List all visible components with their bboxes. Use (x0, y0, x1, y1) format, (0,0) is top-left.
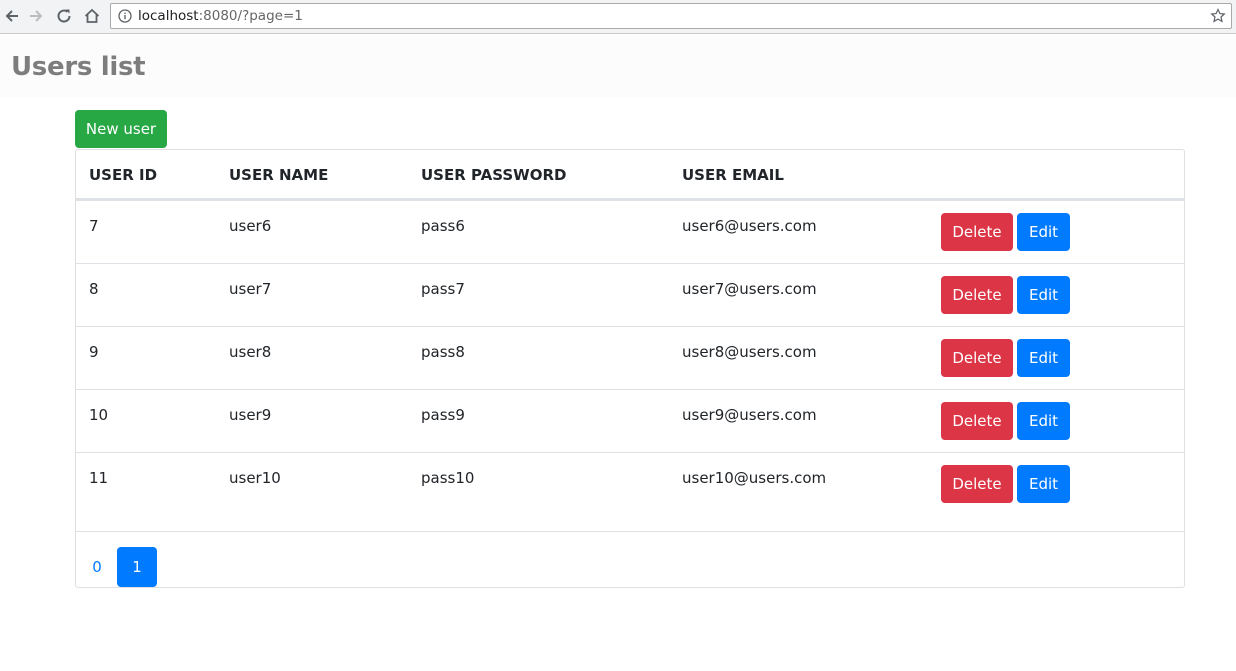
table-row: 8 user7 pass7 user7@users.com Delete Edi… (76, 263, 1184, 326)
cell-user-id: 9 (89, 343, 99, 361)
url-text: localhost:8080/?page=1 (138, 8, 303, 24)
address-bar[interactable]: localhost:8080/?page=1 (110, 3, 1232, 29)
bookmark-star-icon[interactable] (1210, 8, 1226, 24)
reload-button[interactable] (52, 4, 76, 28)
home-button[interactable] (80, 4, 104, 28)
forward-arrow-icon (30, 10, 43, 22)
cell-user-email: user7@users.com (682, 280, 817, 298)
new-user-button[interactable]: New user (75, 110, 167, 148)
table-row: 11 user10 pass10 user10@users.com Delete… (76, 452, 1184, 532)
delete-button[interactable]: Delete (941, 402, 1013, 440)
page-header: Users list (0, 35, 1236, 97)
url-host: localhost (138, 8, 199, 24)
edit-button[interactable]: Edit (1017, 402, 1070, 440)
cell-user-password: pass6 (421, 217, 465, 235)
cell-user-name: user8 (229, 343, 272, 361)
edit-button[interactable]: Edit (1017, 276, 1070, 314)
delete-button[interactable]: Delete (941, 276, 1013, 314)
cell-user-password: pass7 (421, 280, 465, 298)
delete-button[interactable]: Delete (941, 465, 1013, 503)
column-header-user-password: USER PASSWORD (421, 166, 567, 184)
edit-button[interactable]: Edit (1017, 213, 1070, 251)
column-header-user-email: USER EMAIL (682, 166, 784, 184)
edit-button[interactable]: Edit (1017, 465, 1070, 503)
column-header-user-id: USER ID (89, 166, 158, 184)
table-row: 9 user8 pass8 user8@users.com Delete Edi… (76, 326, 1184, 389)
cell-user-email: user10@users.com (682, 469, 827, 487)
table-row: 7 user6 pass6 user6@users.com Delete Edi… (76, 200, 1184, 263)
column-header-user-name: USER NAME (229, 166, 329, 184)
table-row: 10 user9 pass9 user9@users.com Delete Ed… (76, 389, 1184, 452)
cell-user-name: user6 (229, 217, 272, 235)
cell-user-id: 10 (89, 406, 109, 424)
cell-user-password: pass10 (421, 469, 475, 487)
info-icon[interactable] (118, 9, 132, 23)
cell-user-email: user9@users.com (682, 406, 817, 424)
forward-button[interactable] (24, 4, 48, 28)
edit-button[interactable]: Edit (1017, 339, 1070, 377)
cell-user-name: user7 (229, 280, 272, 298)
cell-user-id: 8 (89, 280, 99, 298)
url-path: :8080/?page=1 (198, 8, 303, 24)
back-button[interactable] (0, 4, 24, 28)
cell-user-password: pass9 (421, 406, 465, 424)
browser-toolbar: localhost:8080/?page=1 (0, 0, 1236, 34)
page-title: Users list (11, 52, 146, 82)
delete-button[interactable]: Delete (941, 213, 1013, 251)
cell-user-name: user9 (229, 406, 272, 424)
table-header: USER ID USER NAME USER PASSWORD USER EMA… (76, 150, 1184, 200)
cell-user-email: user6@users.com (682, 217, 817, 235)
back-arrow-icon (5, 10, 18, 22)
delete-button[interactable]: Delete (941, 339, 1013, 377)
cell-user-email: user8@users.com (682, 343, 817, 361)
pagination-page-0[interactable]: 0 (77, 547, 117, 587)
cell-user-id: 7 (89, 217, 99, 235)
users-table: USER ID USER NAME USER PASSWORD USER EMA… (75, 149, 1185, 588)
reload-icon (57, 9, 71, 23)
pagination-page-1-active[interactable]: 1 (117, 547, 157, 587)
cell-user-name: user10 (229, 469, 281, 487)
cell-user-id: 11 (89, 469, 109, 487)
home-icon (84, 8, 100, 23)
cell-user-password: pass8 (421, 343, 465, 361)
